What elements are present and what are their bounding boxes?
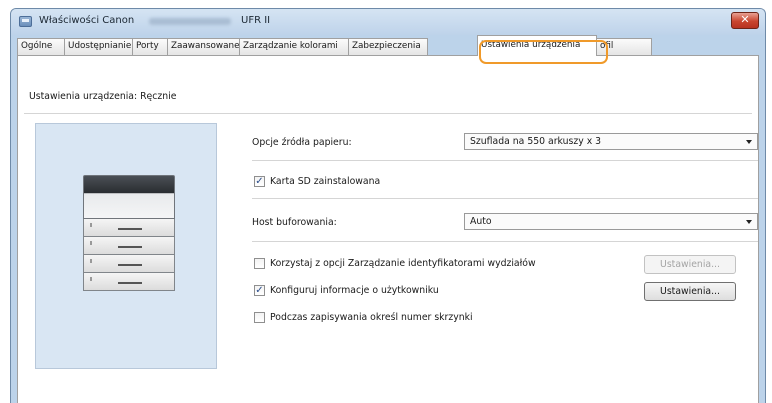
dept-id-checkbox[interactable] [254,258,265,269]
tab-general[interactable]: Ogólne [17,38,65,55]
printer-preview [35,123,217,369]
divider [252,241,758,242]
user-info-label: Konfiguruj informacje o użytkowniku [270,285,439,296]
dept-id-settings-button[interactable]: Ustawienia... [644,255,736,274]
dept-id-label: Korzystaj z opcji Zarządzanie identyfika… [270,258,536,269]
tab-strip: Ogólne Udostępnianie Porty Zaawansowane … [17,35,759,56]
sd-card-checkbox[interactable]: ✓ [254,176,265,187]
sd-card-label: Karta SD zainstalowana [270,176,381,187]
printer-body [83,175,175,219]
mailbox-label: Podczas zapisywania określ numer skrzynk… [270,312,473,323]
tab-advanced[interactable]: Zaawansowane [167,38,240,55]
user-info-checkbox[interactable]: ✓ [254,285,265,296]
paper-source-label: Opcje źródła papieru: [252,137,352,148]
printer-tray [83,219,175,237]
spool-host-value: Auto [470,216,492,227]
chevron-down-icon [746,220,752,224]
divider [24,113,752,114]
printer-icon [19,16,32,27]
check-icon: ✓ [255,176,264,187]
user-info-settings-button[interactable]: Ustawienia... [644,282,736,301]
printer-tray [83,255,175,273]
window-title-driver: UFR II [241,15,271,26]
spool-host-label: Host buforowania: [252,217,337,228]
divider [252,160,758,161]
title-bar[interactable]: Właściwości Canon UFR II ✕ [11,9,765,35]
redacted-model-name [149,18,231,25]
highlight-annotation [479,40,608,64]
mailbox-checkbox[interactable] [254,312,265,323]
printer-tray [83,237,175,255]
divider [252,198,758,199]
tab-ports[interactable]: Porty [132,38,168,55]
check-icon: ✓ [255,285,264,296]
tab-sharing[interactable]: Udostępnianie [64,38,133,55]
printer-tray [83,273,175,291]
paper-source-value: Szuflada na 550 arkuszy x 3 [470,136,602,147]
printer-properties-window: Właściwości Canon UFR II ✕ Ogólne Udostę… [10,8,766,403]
tab-color-management[interactable]: Zarządzanie kolorami [239,38,349,55]
chevron-down-icon [746,140,752,144]
device-settings-mode: Ustawienia urządzenia: Ręcznie [29,91,177,102]
close-button[interactable]: ✕ [731,12,759,29]
device-settings-panel: Ustawienia urządzenia: Ręcznie Opcje źró… [17,55,759,403]
paper-source-select[interactable]: Szuflada na 550 arkuszy x 3 [464,133,758,150]
spool-host-select[interactable]: Auto [464,213,758,230]
tab-security[interactable]: Zabezpieczenia [348,38,428,55]
window-title: Właściwości Canon [39,15,135,26]
